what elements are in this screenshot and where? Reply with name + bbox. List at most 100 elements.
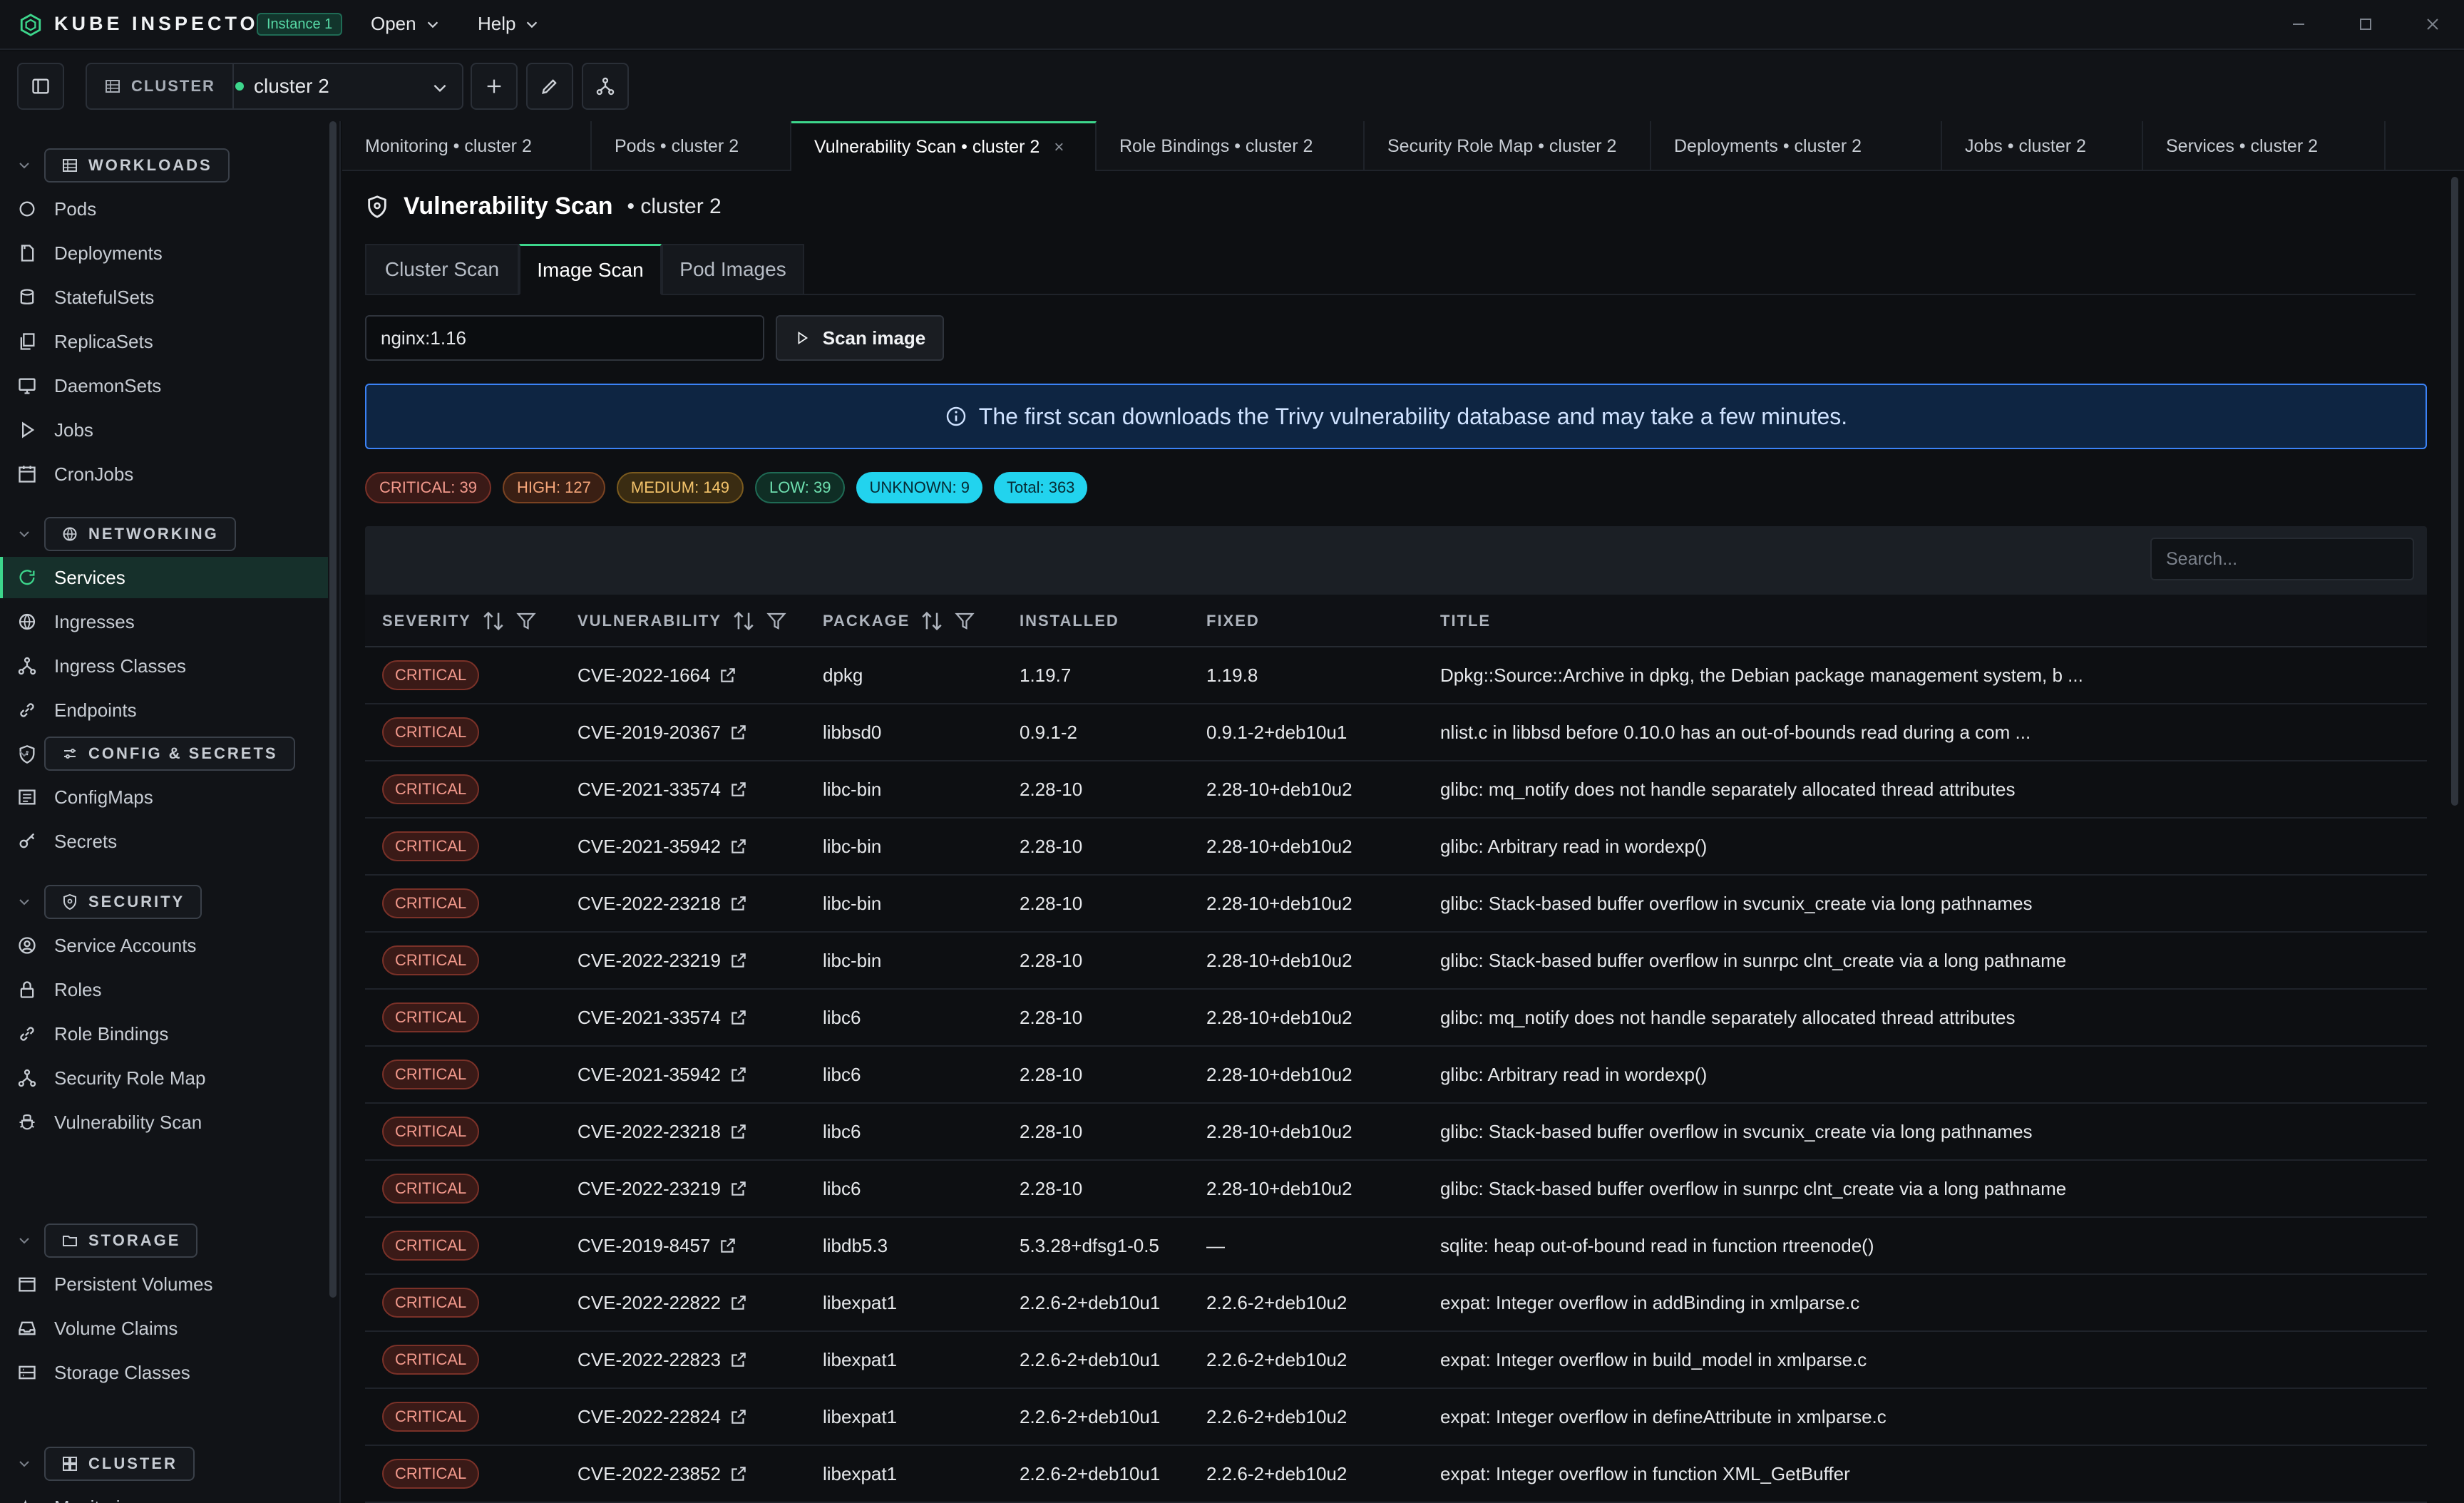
table-row[interactable]: CRITICAL CVE-2022-22823 libexpat1 2.2.6-…: [365, 1332, 2427, 1389]
vulnerability-cell[interactable]: CVE-2022-23219: [578, 933, 748, 988]
table-row[interactable]: CRITICAL CVE-2022-22822 libexpat1 2.2.6-…: [365, 1275, 2427, 1332]
cve-id[interactable]: CVE-2021-33574: [578, 779, 721, 801]
tab-image-scan[interactable]: Image Scan: [519, 244, 662, 295]
tab-jobs[interactable]: Jobs • cluster 2: [1942, 121, 2143, 171]
vulnerability-cell[interactable]: CVE-2019-20367: [578, 704, 748, 760]
external-link-icon[interactable]: [729, 723, 748, 742]
table-row[interactable]: CRITICAL CVE-2022-23218 libc6 2.28-10 2.…: [365, 1104, 2427, 1161]
sidebar-scrollbar[interactable]: [329, 121, 337, 1298]
section-workloads[interactable]: WORKLOADS: [0, 147, 314, 184]
table-row[interactable]: CRITICAL CVE-2022-1664 dpkg 1.19.7 1.19.…: [365, 647, 2427, 704]
minimize-icon[interactable]: [2290, 16, 2307, 33]
cve-id[interactable]: CVE-2022-23218: [578, 893, 721, 915]
external-link-icon[interactable]: [729, 1179, 748, 1198]
sidebar-item-daemonsets[interactable]: DaemonSets: [0, 365, 328, 406]
external-link-icon[interactable]: [729, 894, 748, 913]
section-storage[interactable]: STORAGE: [0, 1222, 314, 1259]
sidebar-item-monitoring[interactable]: Monitoring: [0, 1487, 328, 1503]
sidebar-item-configmaps[interactable]: ConfigMaps: [0, 776, 328, 818]
cve-id[interactable]: CVE-2022-23219: [578, 950, 721, 972]
cluster-selector[interactable]: CLUSTER cluster 2: [86, 63, 463, 110]
sidebar-item-role-bindings[interactable]: Role Bindings: [0, 1013, 328, 1055]
menu-help[interactable]: Help: [478, 13, 540, 35]
sidebar-item-pods[interactable]: Pods: [0, 188, 328, 230]
vulnerability-cell[interactable]: CVE-2022-22822: [578, 1275, 748, 1330]
vulnerability-cell[interactable]: CVE-2022-23218: [578, 1104, 748, 1159]
low-count-badge[interactable]: LOW: 39: [755, 472, 846, 503]
table-row[interactable]: CRITICAL CVE-2022-23852 libexpat1 2.2.6-…: [365, 1446, 2427, 1503]
filter-icon[interactable]: [515, 610, 537, 632]
edit-cluster-button[interactable]: [526, 63, 573, 110]
cve-id[interactable]: CVE-2022-22822: [578, 1292, 721, 1314]
external-link-icon[interactable]: [729, 951, 748, 970]
sidebar-item-cronjobs[interactable]: CronJobs: [0, 453, 328, 495]
vulnerability-cell[interactable]: CVE-2022-1664: [578, 647, 737, 703]
table-row[interactable]: CRITICAL CVE-2019-20367 libbsd0 0.9.1-2 …: [365, 704, 2427, 761]
cve-id[interactable]: CVE-2019-8457: [578, 1235, 710, 1257]
section-security[interactable]: SECURITY: [0, 883, 314, 920]
sidebar-item-statefulsets[interactable]: StatefulSets: [0, 277, 328, 318]
vulnerability-cell[interactable]: CVE-2022-23219: [578, 1161, 748, 1216]
table-row[interactable]: CRITICAL CVE-2021-35942 libc-bin 2.28-10…: [365, 819, 2427, 876]
external-link-icon[interactable]: [729, 1350, 748, 1369]
cve-id[interactable]: CVE-2022-23218: [578, 1121, 721, 1143]
external-link-icon[interactable]: [719, 1236, 737, 1255]
table-row[interactable]: CRITICAL CVE-2022-22824 libexpat1 2.2.6-…: [365, 1389, 2427, 1446]
section-cluster[interactable]: CLUSTER: [0, 1445, 314, 1482]
external-link-icon[interactable]: [729, 780, 748, 799]
table-row[interactable]: CRITICAL CVE-2021-33574 libc6 2.28-10 2.…: [365, 990, 2427, 1047]
toggle-sidebar-button[interactable]: [17, 63, 64, 110]
column-header-package[interactable]: PACKAGE: [823, 595, 975, 647]
external-link-icon[interactable]: [729, 1008, 748, 1027]
table-row[interactable]: CRITICAL CVE-2021-35942 libc6 2.28-10 2.…: [365, 1047, 2427, 1104]
tab-role-bindings[interactable]: Role Bindings • cluster 2: [1097, 121, 1365, 171]
vulnerability-cell[interactable]: CVE-2021-35942: [578, 819, 748, 874]
cluster-topology-button[interactable]: [582, 63, 629, 110]
menu-open[interactable]: Open: [371, 13, 441, 35]
cve-id[interactable]: CVE-2022-22823: [578, 1349, 721, 1371]
external-link-icon[interactable]: [729, 1122, 748, 1141]
external-link-icon[interactable]: [729, 1065, 748, 1084]
vulnerability-cell[interactable]: CVE-2021-33574: [578, 761, 748, 817]
high-count-badge[interactable]: HIGH: 127: [502, 472, 605, 503]
vulnerability-cell[interactable]: CVE-2022-23852: [578, 1446, 748, 1502]
sidebar-item-vulnerability-scan[interactable]: Vulnerability Scan: [0, 1102, 328, 1143]
sidebar-item-services[interactable]: Services: [0, 557, 328, 598]
tab-cluster-scan[interactable]: Cluster Scan: [365, 244, 519, 295]
external-link-icon[interactable]: [729, 1293, 748, 1312]
close-window-icon[interactable]: [2424, 16, 2441, 33]
vulnerability-cell[interactable]: CVE-2022-22824: [578, 1389, 748, 1445]
sort-icon[interactable]: [920, 609, 944, 633]
filter-icon[interactable]: [766, 610, 787, 632]
tab-pods[interactable]: Pods • cluster 2: [592, 121, 791, 171]
cve-id[interactable]: CVE-2022-23852: [578, 1463, 721, 1485]
tab-deployments[interactable]: Deployments • cluster 2: [1651, 121, 1942, 171]
cve-id[interactable]: CVE-2021-35942: [578, 836, 721, 858]
tab-pod-images[interactable]: Pod Images: [662, 244, 804, 295]
external-link-icon[interactable]: [729, 1407, 748, 1426]
sidebar-item-replicasets[interactable]: ReplicaSets: [0, 321, 328, 362]
sidebar-item-endpoints[interactable]: Endpoints: [0, 689, 328, 731]
sort-icon[interactable]: [732, 609, 756, 633]
vulnerability-cell[interactable]: CVE-2021-35942: [578, 1047, 748, 1102]
external-link-icon[interactable]: [729, 1464, 748, 1483]
critical-count-badge[interactable]: CRITICAL: 39: [365, 472, 491, 503]
tab-monitoring[interactable]: Monitoring • cluster 2: [342, 121, 592, 171]
add-cluster-button[interactable]: [471, 63, 518, 110]
sidebar-item-roles[interactable]: Roles: [0, 969, 328, 1010]
sidebar-item-persistent-volumes[interactable]: Persistent Volumes: [0, 1263, 328, 1305]
section-networking[interactable]: NETWORKING: [0, 515, 314, 553]
scan-image-button[interactable]: Scan image: [776, 315, 944, 361]
vulnerability-cell[interactable]: CVE-2022-23218: [578, 876, 748, 931]
tab-security-role-map[interactable]: Security Role Map • cluster 2: [1365, 121, 1651, 171]
sidebar-item-deployments[interactable]: Deployments: [0, 232, 328, 274]
vulnerability-cell[interactable]: CVE-2021-33574: [578, 990, 748, 1045]
external-link-icon[interactable]: [729, 837, 748, 856]
table-row[interactable]: CRITICAL CVE-2022-23219 libc-bin 2.28-10…: [365, 933, 2427, 990]
image-input[interactable]: [365, 315, 764, 361]
vulnerability-cell[interactable]: CVE-2019-8457: [578, 1218, 737, 1273]
sidebar-item-ingress-classes[interactable]: Ingress Classes: [0, 645, 328, 687]
main-scrollbar[interactable]: [2451, 177, 2458, 806]
filter-icon[interactable]: [954, 610, 975, 632]
tab-vulnerability-scan[interactable]: Vulnerability Scan • cluster 2 ×: [791, 121, 1097, 171]
